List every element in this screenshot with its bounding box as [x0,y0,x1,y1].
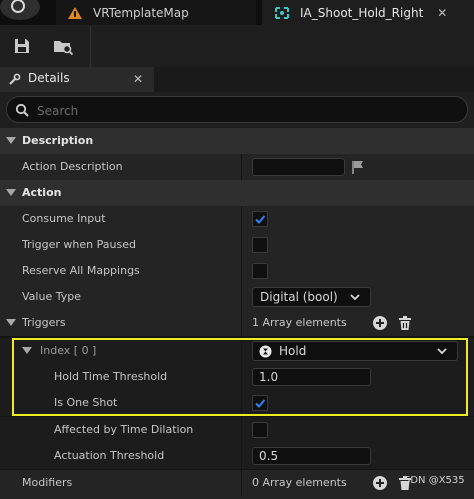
tab-ia-shoot-hold-right[interactable]: IA_Shoot_Hold_Right ✕ [262,0,474,25]
property-label: Actuation Threshold [54,449,165,462]
save-button[interactable] [9,34,35,58]
column-divider[interactable] [241,258,242,284]
column-divider[interactable] [241,364,242,390]
chevron-down-icon [350,294,360,301]
property-label: Value Type [22,290,81,303]
consume-input-checkbox[interactable] [252,211,268,227]
search-icon [15,103,29,117]
watermark: SDN @X535 [404,475,465,486]
reserve-all-mappings-checkbox[interactable] [252,263,268,279]
collapse-arrow-icon[interactable] [6,137,16,144]
unreal-logo[interactable] [0,0,40,20]
toolbar [0,25,474,68]
property-label: Affected by Time Dilation [54,423,194,436]
details-tab[interactable]: Details ✕ [0,67,154,92]
row-affected-by-time-dilation: Affected by Time Dilation [0,417,474,443]
level-map-icon [68,6,82,19]
row-action-description: Action Description [0,154,474,180]
row-actuation-threshold: Actuation Threshold 0.5 [0,443,474,469]
column-divider[interactable] [241,443,242,469]
triggers-count: 1 Array elements [252,316,347,329]
row-is-one-shot: Is One Shot [0,390,474,416]
modifiers-count: 0 Array elements [252,476,347,489]
column-divider[interactable] [241,310,242,336]
delete-all-icon[interactable] [397,315,413,331]
actuation-threshold-field[interactable]: 0.5 [252,447,371,465]
category-title: Action [22,186,62,199]
property-label: Consume Input [22,212,106,225]
close-tab-icon[interactable]: ✕ [437,6,447,20]
category-description[interactable]: Description [0,128,474,154]
input-action-icon [275,6,289,19]
browse-to-asset-button[interactable] [50,34,76,58]
tab-strip: VRTemplateMap IA_Shoot_Hold_Right ✕ [0,0,474,25]
value-type-dropdown[interactable]: Digital (bool) [252,287,371,307]
row-modifiers: Modifiers 0 Array elements [0,470,474,499]
index-label: Index [ 0 ] [40,344,97,357]
column-divider[interactable] [241,470,242,496]
trigger-type-dropdown[interactable]: Hold [252,341,458,361]
hold-trigger-icon [259,345,272,358]
column-divider[interactable] [241,284,242,310]
column-divider[interactable] [241,338,242,364]
checkmark-icon [255,399,266,408]
category-action[interactable]: Action [0,180,474,206]
row-reserve-all-mappings: Reserve All Mappings [0,258,474,284]
tab-vrtemplatemap[interactable]: VRTemplateMap [56,0,256,25]
trigger-when-paused-checkbox[interactable] [252,237,268,253]
collapse-arrow-icon[interactable] [6,189,16,196]
row-trigger-when-paused: Trigger when Paused [0,232,474,258]
browse-to-asset-icon [54,41,74,55]
row-value-type: Value Type Digital (bool) [0,284,474,310]
property-label: Is One Shot [54,396,118,409]
category-title: Description [22,134,94,147]
hold-time-threshold-field[interactable]: 1.0 [252,368,371,386]
details-icon [9,73,21,85]
row-trigger-index-0: Index [ 0 ] Hold [0,338,474,364]
tab-label: VRTemplateMap [93,5,189,20]
search-field[interactable] [6,96,468,123]
details-title: Details [28,71,70,85]
close-details-icon[interactable]: ✕ [133,72,143,86]
toolbar-separator [90,26,91,68]
checkmark-icon [255,215,266,224]
search-input[interactable] [35,101,459,120]
property-label: Hold Time Threshold [54,370,168,383]
tab-label: IA_Shoot_Hold_Right [300,5,424,20]
property-label: Modifiers [22,476,73,489]
affected-by-time-dilation-checkbox[interactable] [252,422,268,438]
save-icon [15,39,29,53]
action-description-field[interactable] [252,158,345,176]
column-divider[interactable] [241,154,242,180]
property-label: Action Description [22,160,123,173]
add-element-icon[interactable] [372,475,388,491]
collapse-arrow-icon[interactable] [6,319,16,326]
column-divider[interactable] [241,390,242,416]
property-label: Trigger when Paused [22,238,136,251]
property-label: Reserve All Mappings [22,264,140,277]
dropdown-value: Digital (bool) [260,290,338,304]
chevron-down-icon [437,348,447,355]
column-divider[interactable] [241,417,242,443]
column-divider[interactable] [241,206,242,232]
collapse-arrow-icon[interactable] [22,347,32,354]
row-hold-time-threshold: Hold Time Threshold 1.0 [0,364,474,390]
localization-flag-icon[interactable] [350,159,366,175]
column-divider[interactable] [241,232,242,258]
add-element-icon[interactable] [372,315,388,331]
row-triggers: Triggers 1 Array elements [0,310,474,336]
dropdown-value: Hold [279,344,307,358]
is-one-shot-checkbox[interactable] [252,395,268,411]
details-header-bar [154,67,474,92]
row-consume-input: Consume Input [0,206,474,232]
property-label: Triggers [22,316,66,329]
